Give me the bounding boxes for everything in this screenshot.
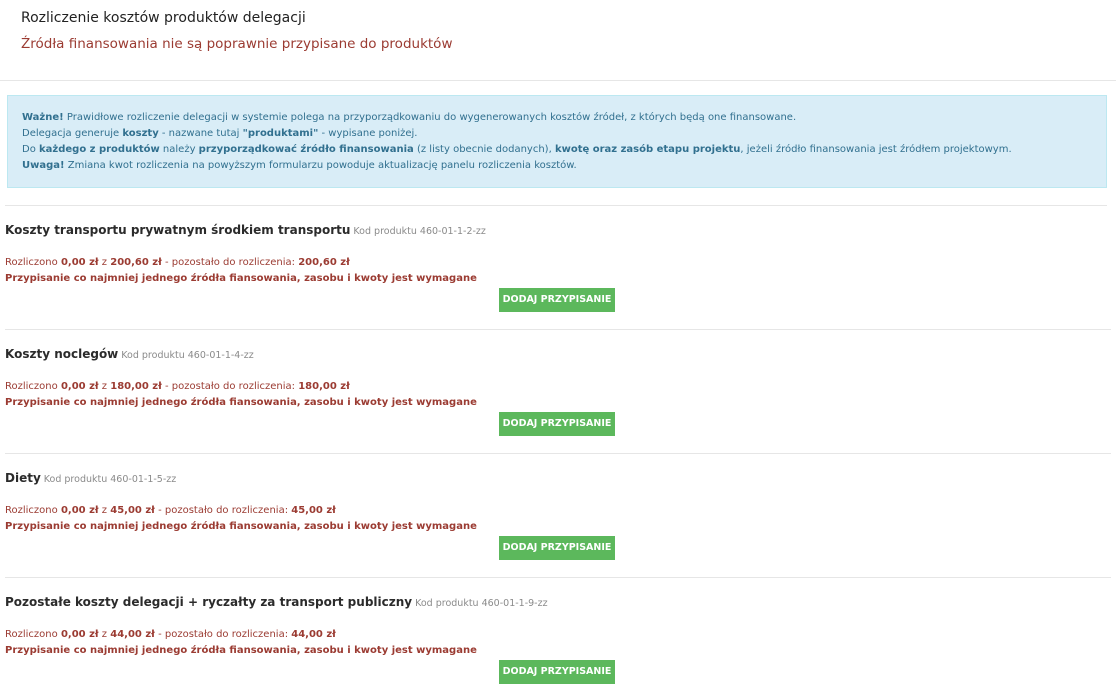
product-name: Koszty transportu prywatnym środkiem tra… (5, 223, 486, 237)
settlement-status: Rozliczono 0,00 zł z 45,00 zł - pozostał… (5, 505, 336, 516)
info-important-label: Ważne! (22, 112, 64, 123)
product-name-text: Koszty noclegów (5, 347, 119, 361)
info-bold: "produktami" (242, 128, 319, 139)
of-label: z (98, 381, 111, 392)
validation-warning: Przypisanie co najmniej jednego źródła f… (5, 645, 477, 656)
product-code: Kod produktu 460-01-1-5-zz (43, 474, 177, 485)
of-label: z (98, 257, 111, 268)
add-assignment-button[interactable]: DODAJ PRZYPISANIE (499, 660, 615, 684)
product-code: Kod produktu 460-01-1-2-zz (353, 226, 486, 237)
product-item: Koszty noclegów Kod produktu 460-01-1-4-z… (5, 330, 1111, 454)
info-text: należy (159, 144, 199, 155)
product-item: Diety Kod produktu 460-01-1-5-zz Rozliczo… (5, 454, 1111, 578)
settled-label: Rozliczono (5, 257, 61, 268)
remaining-amount: 200,60 zł (298, 257, 350, 268)
info-line-warning: Uwaga! Zmiana kwot rozliczenia na powyżs… (22, 158, 1092, 174)
product-name: Diety Kod produktu 460-01-1-5-zz (5, 471, 176, 485)
page-title: Rozliczenie kosztów produktów delegacji (21, 10, 306, 26)
product-code: Kod produktu 460-01-1-4-zz (121, 350, 254, 361)
info-line-assign: Do każdego z produktów należy przyporząd… (22, 142, 1092, 158)
remaining-amount: 45,00 zł (291, 505, 336, 516)
info-text: - nazwane tutaj (158, 128, 243, 139)
page-subtitle-error: Źródła finansowania nie są poprawnie prz… (21, 36, 453, 52)
product-name-text: Pozostałe koszty delegacji + ryczałty za… (5, 595, 413, 609)
total-amount: 200,60 zł (110, 257, 162, 268)
remaining-label: - pozostało do rozliczenia: (154, 505, 292, 516)
remaining-amount: 44,00 zł (291, 629, 336, 640)
product-item: Koszty transportu prywatnym środkiem tra… (5, 206, 1111, 330)
total-amount: 45,00 zł (110, 505, 155, 516)
info-text: Delegacja generuje (22, 128, 123, 139)
info-important-text: Prawidłowe rozliczenie delegacji w syste… (63, 112, 797, 123)
add-assignment-button[interactable]: DODAJ PRZYPISANIE (499, 412, 615, 436)
settled-label: Rozliczono (5, 381, 61, 392)
settlement-status: Rozliczono 0,00 zł z 180,00 zł - pozosta… (5, 381, 350, 392)
product-name: Koszty noclegów Kod produktu 460-01-1-4-z… (5, 347, 254, 361)
total-amount: 44,00 zł (110, 629, 155, 640)
info-text: , jeżeli źródło finansowania jest źródłe… (740, 144, 1012, 155)
settled-amount: 0,00 zł (60, 257, 99, 268)
info-warning-label: Uwaga! (22, 160, 65, 171)
product-code: Kod produktu 460-01-1-9-zz (415, 598, 548, 609)
remaining-label: - pozostało do rozliczenia: (154, 629, 292, 640)
validation-warning: Przypisanie co najmniej jednego źródła f… (5, 397, 477, 408)
remaining-label: - pozostało do rozliczenia: (161, 257, 299, 268)
of-label: z (98, 629, 111, 640)
settled-label: Rozliczono (5, 629, 61, 640)
add-assignment-button[interactable]: DODAJ PRZYPISANIE (499, 288, 615, 312)
remaining-amount: 180,00 zł (298, 381, 350, 392)
validation-warning: Przypisanie co najmniej jednego źródła f… (5, 521, 477, 532)
settled-amount: 0,00 zł (60, 629, 99, 640)
product-name-text: Diety (5, 471, 41, 485)
info-bold: kwotę oraz zasób etapu projektu (554, 144, 741, 155)
product-item: Pozostałe koszty delegacji + ryczałty za… (5, 578, 1111, 692)
add-assignment-button[interactable]: DODAJ PRZYPISANIE (499, 536, 615, 560)
info-text: Do (22, 144, 39, 155)
page-header: Rozliczenie kosztów produktów delegacji … (0, 0, 1116, 81)
of-label: z (98, 505, 111, 516)
info-text: (z listy obecnie dodanych), (413, 144, 555, 155)
total-amount: 180,00 zł (110, 381, 162, 392)
info-alert: Ważne! Prawidłowe rozliczenie delegacji … (7, 95, 1107, 188)
product-name: Pozostałe koszty delegacji + ryczałty za… (5, 595, 548, 609)
validation-warning: Przypisanie co najmniej jednego źródła f… (5, 273, 477, 284)
remaining-label: - pozostało do rozliczenia: (161, 381, 299, 392)
info-text: - wypisane poniżej. (318, 128, 418, 139)
product-name-text: Koszty transportu prywatnym środkiem tra… (5, 223, 351, 237)
settled-amount: 0,00 zł (60, 505, 99, 516)
settled-label: Rozliczono (5, 505, 61, 516)
info-warning-text: Zmiana kwot rozliczenia na powyższym for… (64, 160, 577, 171)
info-bold: przyporządkować źródło finansowania (198, 144, 414, 155)
info-line-important: Ważne! Prawidłowe rozliczenie delegacji … (22, 110, 1092, 126)
settled-amount: 0,00 zł (60, 381, 99, 392)
settlement-status: Rozliczono 0,00 zł z 44,00 zł - pozostał… (5, 629, 336, 640)
settlement-status: Rozliczono 0,00 zł z 200,60 zł - pozosta… (5, 257, 350, 268)
info-bold: każdego z produktów (39, 144, 160, 155)
info-line-costs: Delegacja generuje koszty - nazwane tuta… (22, 126, 1092, 142)
info-bold: koszty (122, 128, 159, 139)
